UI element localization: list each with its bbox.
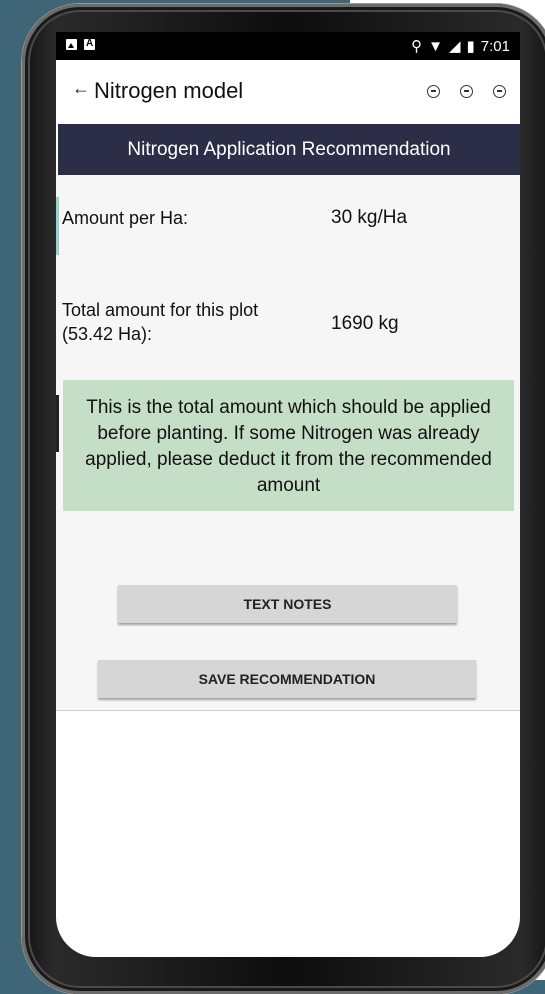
amount-per-ha-label: Amount per Ha:	[62, 208, 189, 228]
total-amount-label-line2: (53.42 Ha):	[62, 324, 153, 344]
location-icon: ⚲	[411, 38, 423, 55]
recommendation-banner: Nitrogen Application Recommendation	[58, 124, 520, 175]
save-recommendation-label: SAVE RECOMMENDATION	[198, 671, 376, 687]
back-arrow-icon[interactable]: ←	[72, 78, 90, 99]
instruction-note: This is the total amount which should be…	[63, 380, 514, 511]
instruction-note-text: This is the total amount which should be…	[85, 397, 492, 496]
battery-icon: ▮	[466, 38, 475, 55]
content-divider	[56, 710, 520, 711]
text-notification-icon	[84, 38, 95, 50]
text-notes-button[interactable]: TEXT NOTES	[118, 585, 457, 623]
app-title: Nitrogen model	[94, 78, 244, 103]
text-notes-label: TEXT NOTES	[243, 596, 332, 612]
status-time: 7:01	[480, 37, 510, 55]
phone-screen: ⚲ ▼ ◢ ▮ 7:01 ← Nitrogen model Nitrogen A…	[56, 32, 520, 957]
exit-icon[interactable]	[493, 85, 506, 98]
refresh-icon[interactable]	[427, 85, 440, 98]
amount-per-ha-value: 30 kg/Ha	[331, 207, 408, 228]
total-amount-label-line1: Total amount for this plot	[62, 300, 259, 320]
results-panel: Amount per Ha: 30 kg/Ha Total amount for…	[56, 175, 520, 710]
banner-title: Nitrogen Application Recommendation	[127, 138, 451, 160]
total-amount-value: 1690 kg	[331, 313, 399, 334]
wifi-icon: ▼	[428, 37, 443, 55]
status-bar: ⚲ ▼ ◢ ▮ 7:01	[56, 32, 520, 60]
image-notification-icon	[66, 39, 77, 50]
app-bar: ← Nitrogen model	[56, 60, 520, 124]
signal-icon: ◢	[448, 38, 461, 55]
minus-circle-icon[interactable]	[460, 85, 473, 98]
save-recommendation-button[interactable]: SAVE RECOMMENDATION	[98, 660, 476, 698]
